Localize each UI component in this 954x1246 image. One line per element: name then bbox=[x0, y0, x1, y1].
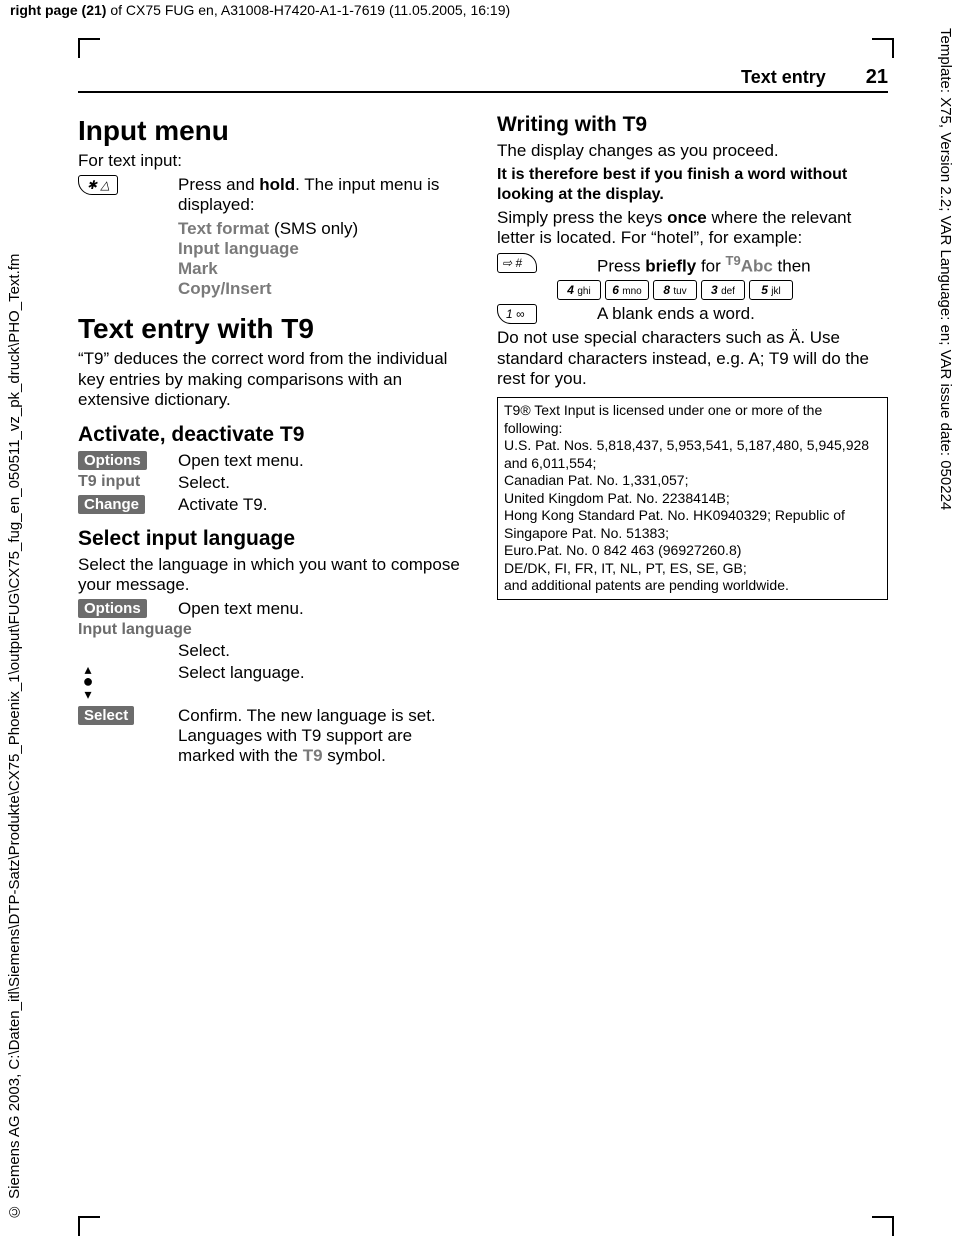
softkey-options: Options bbox=[78, 451, 147, 470]
crop-mark bbox=[78, 38, 80, 58]
menu-item: Input language bbox=[178, 239, 299, 258]
patent-notice: T9® Text Input is licensed under one or … bbox=[497, 397, 888, 600]
joystick-up-down-icon: ▴●▾ bbox=[78, 663, 98, 700]
softkey-change: Change bbox=[78, 495, 145, 514]
crop-mark bbox=[892, 1216, 894, 1236]
text: A blank ends a word. bbox=[597, 304, 888, 324]
heading-writing-t9: Writing with T9 bbox=[497, 113, 888, 137]
text: Select language. bbox=[178, 663, 469, 683]
text: Confirm. The new language is set. Langua… bbox=[178, 706, 469, 766]
text: Select. bbox=[178, 473, 469, 493]
doc-meta-right: Template: X75, Version 2.2; VAR Language… bbox=[924, 28, 954, 1228]
text: Select. bbox=[178, 641, 469, 661]
crop-mark bbox=[78, 1216, 100, 1218]
heading-activate-t9: Activate, deactivate T9 bbox=[78, 423, 469, 447]
running-head: Text entry 21 bbox=[78, 60, 888, 93]
key-1: 1 ∞ bbox=[497, 304, 537, 324]
key-3: 3 def bbox=[701, 280, 745, 300]
section-title: Text entry bbox=[741, 67, 826, 88]
right-column: Writing with T9 The display changes as y… bbox=[497, 101, 888, 768]
crop-mark bbox=[892, 38, 894, 58]
key-sequence: 4 ghi6 mno8 tuv3 def5 jkl bbox=[557, 280, 888, 300]
text: Press briefly for T9Abc then bbox=[597, 253, 888, 277]
doc-meta-top-prefix: right page (21) bbox=[10, 2, 106, 18]
softkey-select: Select bbox=[78, 706, 134, 725]
heading-text-entry-t9: Text entry with T9 bbox=[78, 313, 469, 345]
menu-item: Input language bbox=[78, 621, 192, 638]
crop-mark bbox=[872, 38, 894, 40]
key-8: 8 tuv bbox=[653, 280, 697, 300]
text: It is therefore best if you finish a wor… bbox=[497, 165, 888, 203]
key-5: 5 jkl bbox=[749, 280, 793, 300]
text: Select the language in which you want to… bbox=[78, 555, 469, 596]
text: Activate T9. bbox=[178, 495, 469, 515]
heading-input-menu: Input menu bbox=[78, 115, 469, 147]
softkey-options: Options bbox=[78, 599, 147, 618]
left-column: Input menu For text input: ✱ △ Press and… bbox=[78, 101, 469, 768]
menu-item: Copy/Insert bbox=[178, 279, 272, 298]
text: “T9” deduces the correct word from the i… bbox=[78, 349, 469, 410]
doc-meta-left: © Siemens AG 2003, C:\Daten_itl\Siemens\… bbox=[6, 40, 34, 1220]
text: The display changes as you proceed. bbox=[497, 141, 888, 161]
key-6: 6 mno bbox=[605, 280, 649, 300]
doc-meta-top: right page (21) of CX75 FUG en, A31008-H… bbox=[10, 2, 944, 18]
text: Do not use special characters such as Ä.… bbox=[497, 328, 888, 389]
crop-mark bbox=[78, 38, 100, 40]
key-4: 4 ghi bbox=[557, 280, 601, 300]
menu-item: T9 input bbox=[78, 473, 140, 490]
text: Press and hold. The input menu is displa… bbox=[178, 175, 469, 299]
heading-select-language: Select input language bbox=[78, 527, 469, 551]
crop-mark bbox=[78, 1216, 80, 1236]
key-star: ✱ △ bbox=[78, 175, 118, 195]
text: For text input: bbox=[78, 151, 469, 171]
text: Simply press the keys once where the rel… bbox=[497, 208, 888, 249]
text: Open text menu. bbox=[178, 599, 469, 619]
page-number: 21 bbox=[866, 66, 888, 89]
doc-meta-top-rest: of CX75 FUG en, A31008-H7420-A1-1-7619 (… bbox=[106, 2, 510, 18]
crop-mark bbox=[872, 1216, 894, 1218]
text: Open text menu. bbox=[178, 451, 469, 471]
menu-item: Text format bbox=[178, 219, 269, 238]
page-body: Text entry 21 Input menu For text input:… bbox=[78, 60, 888, 768]
key-hash: ⇨ # bbox=[497, 253, 537, 273]
menu-item: Mark bbox=[178, 259, 218, 278]
